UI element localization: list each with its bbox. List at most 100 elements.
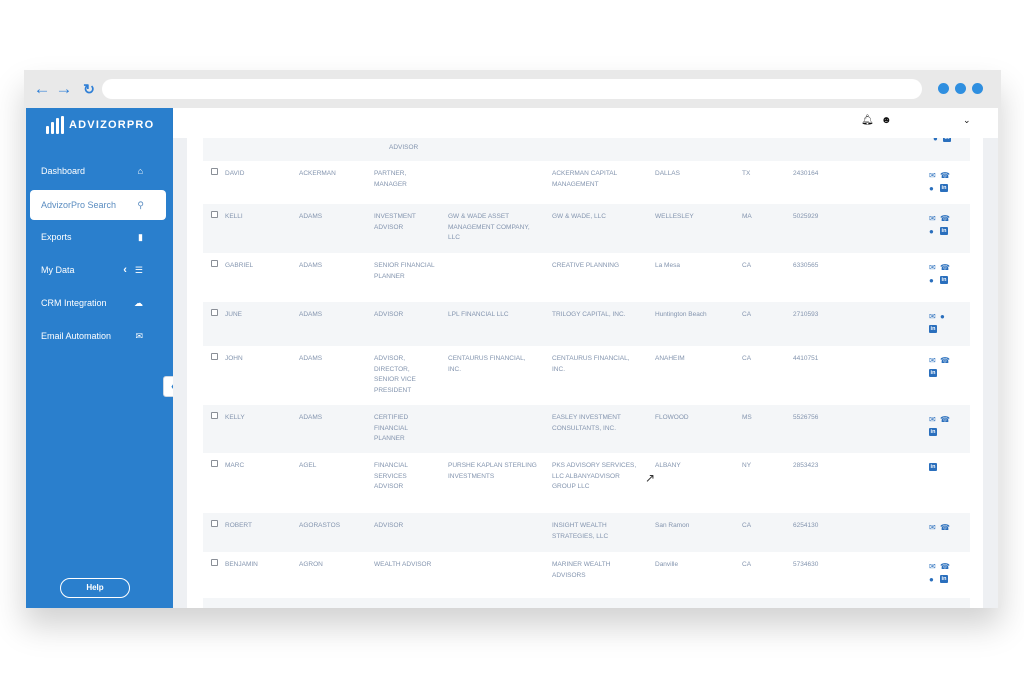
- envelope-icon[interactable]: ✉: [929, 356, 936, 365]
- phone-icon[interactable]: ☎: [940, 263, 950, 272]
- phone-icon[interactable]: ☎: [940, 415, 950, 424]
- person-icon[interactable]: ●: [933, 138, 938, 143]
- table-row[interactable]: DAVID ACKERMAN PARTNER, MANAGER ACKERMAN CA…: [203, 161, 970, 204]
- phone-icon[interactable]: ☎: [940, 356, 950, 365]
- user-icon[interactable]: ☻: [881, 115, 892, 126]
- search-icon: ⚲: [137, 199, 144, 210]
- row-checkbox[interactable]: [211, 353, 218, 360]
- person-icon[interactable]: ●: [929, 575, 934, 584]
- sidebar: ADVIZORPRO Dashboard ⌂ AdvizorPro Search…: [26, 108, 173, 608]
- table-row[interactable]: KELLI ADAMS INVESTMENT ADVISOR GW & WADE AS…: [203, 204, 970, 253]
- ria-firm-cell[interactable]: INSIGHT WEALTH STRATEGIES, LLC: [552, 521, 644, 542]
- phone-icon[interactable]: ☎: [940, 214, 950, 223]
- sidebar-item-exports[interactable]: Exports ▮: [26, 222, 173, 252]
- city-cell: Danville: [655, 561, 679, 568]
- sidebar-item-dashboard[interactable]: Dashboard ⌂: [26, 156, 173, 186]
- phone-icon[interactable]: ☎: [940, 562, 950, 571]
- first-name-cell: KELLI: [225, 213, 243, 220]
- sidebar-item-label: CRM Integration: [41, 298, 107, 308]
- envelope-icon[interactable]: ✉: [929, 312, 936, 321]
- address-bar[interactable]: [102, 79, 922, 99]
- ria-firm-cell[interactable]: CREATIVE PLANNING: [552, 261, 644, 272]
- row-checkbox[interactable]: [211, 460, 218, 467]
- person-icon[interactable]: ●: [940, 312, 945, 321]
- row-checkbox[interactable]: [211, 260, 218, 267]
- bd-firm-cell[interactable]: LPL FINANCIAL LLC: [448, 310, 540, 321]
- city-cell: WELLESLEY: [655, 213, 694, 220]
- bd-firm-cell[interactable]: PURSHE KAPLAN STERLING INVESTMENTS: [448, 461, 540, 482]
- sidebar-item-email-automation[interactable]: Email Automation ✉: [26, 321, 173, 351]
- first-name-cell: DAVID: [225, 170, 245, 177]
- phone-icon[interactable]: ☎: [940, 171, 950, 180]
- help-button[interactable]: Help: [60, 578, 130, 598]
- person-icon[interactable]: ●: [929, 276, 934, 285]
- cloud-icon: ☁: [134, 297, 143, 308]
- ria-firm-cell[interactable]: GW & WADE, LLC: [552, 212, 644, 223]
- row-checkbox[interactable]: [211, 309, 218, 316]
- linkedin-icon[interactable]: in: [940, 276, 948, 284]
- linkedin-icon[interactable]: in: [929, 369, 937, 377]
- ria-firm-cell[interactable]: ACKERMAN CAPITAL MANAGEMENT: [552, 169, 644, 190]
- table-row[interactable]: JOHN ADAMS ADVISOR, DIRECTOR, SENIOR VICE …: [203, 346, 970, 405]
- app-logo[interactable]: ADVIZORPRO: [46, 114, 154, 136]
- linkedin-icon[interactable]: in: [943, 138, 951, 142]
- city-cell: FLOWOOD: [655, 414, 689, 421]
- table-row[interactable]: JUNE ADAMS ADVISOR LPL FINANCIAL LLC TRILOGY…: [203, 302, 970, 346]
- table-row[interactable]: MARC AGEL FINANCIAL SERVICES ADVISOR PURSHE…: [203, 453, 970, 513]
- sidebar-item-label: Exports: [41, 232, 72, 242]
- ria-firm-cell[interactable]: CENTAURUS FINANCIAL, INC.: [552, 354, 644, 375]
- crd-cell: 5734630: [793, 561, 819, 568]
- ria-firm-cell[interactable]: MARINER WEALTH ADVISORS: [552, 560, 644, 581]
- last-name-cell: ADAMS: [299, 355, 323, 362]
- row-checkbox[interactable]: [211, 559, 218, 566]
- linkedin-icon[interactable]: in: [940, 575, 948, 583]
- person-icon[interactable]: ●: [929, 184, 934, 193]
- first-name-cell: GABRIEL: [225, 262, 254, 269]
- first-name-cell: BENJAMIN: [225, 561, 258, 568]
- linkedin-icon[interactable]: in: [929, 325, 937, 333]
- browser-toolbar: ← → ↻: [24, 70, 1001, 108]
- row-checkbox[interactable]: [211, 168, 218, 175]
- sidebar-item-advizorpro-search[interactable]: AdvizorPro Search ⚲: [30, 190, 166, 220]
- table-row[interactable]: ROBERT AGORASTOS ADVISOR INSIGHT WEALTH STR…: [203, 513, 970, 552]
- last-name-cell: ADAMS: [299, 213, 323, 220]
- title-cell: ADVISOR, DIRECTOR, SENIOR VICE PRESIDENT: [374, 355, 416, 394]
- bd-firm-cell[interactable]: GW & WADE ASSET MANAGEMENT COMPANY, LLC: [448, 212, 540, 244]
- table-row[interactable]: KELLY ADAMS CERTIFIED FINANCIAL PLANNER EAS…: [203, 405, 970, 453]
- title-cell: FINANCIAL SERVICES ADVISOR: [374, 462, 408, 490]
- linkedin-icon[interactable]: in: [929, 463, 937, 471]
- envelope-icon[interactable]: ✉: [929, 415, 936, 424]
- top-header: 🔔︎ ☻ ⌄: [173, 108, 998, 138]
- phone-icon[interactable]: ☎: [940, 523, 950, 532]
- linkedin-icon[interactable]: in: [929, 428, 937, 436]
- back-arrow-icon[interactable]: ←: [32, 79, 52, 99]
- ria-firm-cell[interactable]: PKS ADVISORY SERVICES, LLC ALBANYADVISOR…: [552, 461, 644, 493]
- person-icon[interactable]: ●: [929, 227, 934, 236]
- bd-firm-cell[interactable]: CENTAURUS FINANCIAL, INC.: [448, 354, 540, 375]
- table-row[interactable]: BENJAMIN AGRON WEALTH ADVISOR MARINER WEALT…: [203, 552, 970, 598]
- reload-icon[interactable]: ↻: [79, 79, 99, 99]
- envelope-icon[interactable]: ✉: [929, 523, 936, 532]
- row-checkbox[interactable]: [211, 520, 218, 527]
- chevron-down-icon[interactable]: ⌄: [963, 115, 971, 126]
- sidebar-item-crm-integration[interactable]: CRM Integration ☁: [26, 288, 173, 318]
- envelope-icon[interactable]: ✉: [929, 171, 936, 180]
- row-checkbox[interactable]: [211, 211, 218, 218]
- envelope-icon[interactable]: ✉: [929, 214, 936, 223]
- envelope-icon[interactable]: ✉: [929, 562, 936, 571]
- chevron-left-icon[interactable]: ‹: [123, 264, 127, 276]
- linkedin-icon[interactable]: in: [940, 227, 948, 235]
- table-row[interactable]: GABRIEL ADAMS SENIOR FINANCIAL PLANNER CREA…: [203, 253, 970, 302]
- ria-firm-cell[interactable]: EASLEY INVESTMENT CONSULTANTS, INC.: [552, 413, 644, 434]
- envelope-icon[interactable]: ✉: [929, 263, 936, 272]
- linkedin-icon[interactable]: in: [940, 184, 948, 192]
- bell-icon[interactable]: 🔔︎: [861, 115, 874, 126]
- city-cell: San Ramon: [655, 522, 690, 529]
- results-panel: ADVISOR ● in DAVID ACKERMAN PARTNER, MANAG…: [187, 138, 983, 608]
- row-checkbox[interactable]: [211, 412, 218, 419]
- ria-firm-cell[interactable]: TRILOGY CAPITAL, INC.: [552, 310, 644, 321]
- first-name-cell: JOHN: [225, 355, 243, 362]
- sidebar-item-my-data[interactable]: My Data ‹ ☰: [26, 255, 173, 285]
- main-content: ADVISOR ● in DAVID ACKERMAN PARTNER, MANAG…: [173, 138, 998, 608]
- forward-arrow-icon[interactable]: →: [54, 79, 74, 99]
